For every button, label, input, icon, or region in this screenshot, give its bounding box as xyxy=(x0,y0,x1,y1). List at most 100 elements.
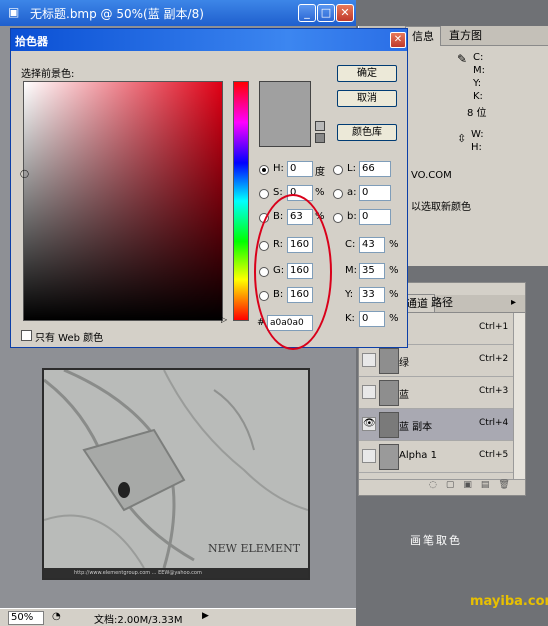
zoom-field[interactable]: 50% xyxy=(8,611,44,625)
m-field[interactable]: 35 xyxy=(359,263,385,279)
label-y: Y: xyxy=(345,289,354,300)
cancel-button[interactable]: 取消 xyxy=(337,90,397,107)
channel-row[interactable]: Alpha 1 Ctrl+5 xyxy=(359,441,513,473)
info-c-label: C: xyxy=(473,52,484,63)
y-field[interactable]: 33 xyxy=(359,287,385,303)
size-icon: ⇳ xyxy=(457,132,467,145)
label-lab-b: b: xyxy=(347,211,357,222)
info-m-label: M: xyxy=(473,65,485,76)
channel-shortcut: Ctrl+4 xyxy=(479,418,509,428)
image-footer-strip: http://www.elementgroup.com ... EEW@yaho… xyxy=(44,568,308,578)
channel-name: 绿 xyxy=(399,358,409,369)
k-field[interactable]: 0 xyxy=(359,311,385,327)
channel-name: Alpha 1 xyxy=(399,450,437,461)
channel-row-selected[interactable]: 👁 蓝 副本 Ctrl+4 xyxy=(359,409,513,441)
status-bar: 50% ◔ 文档:2.00M/3.33M ▶ xyxy=(0,608,356,626)
current-color-swatch xyxy=(259,81,311,147)
visibility-toggle[interactable] xyxy=(362,449,376,463)
status-menu-arrow-icon[interactable]: ▶ xyxy=(202,611,209,621)
status-icon[interactable]: ◔ xyxy=(52,611,61,622)
channel-shortcut: Ctrl+1 xyxy=(479,322,509,332)
label-c: C: xyxy=(345,239,356,250)
radio-lab-b[interactable] xyxy=(333,213,343,223)
unit-degree: 度 xyxy=(315,167,325,178)
ok-button[interactable]: 确定 xyxy=(337,65,397,82)
channel-thumbnail xyxy=(379,412,399,438)
lab-b-field[interactable]: 0 xyxy=(359,209,391,225)
document-title: 无标题.bmp @ 50%(蓝 副本/8) xyxy=(30,7,204,21)
radio-a[interactable] xyxy=(333,189,343,199)
saturation-brightness-field[interactable] xyxy=(23,81,223,321)
document-size-info: 文档:2.00M/3.33M xyxy=(94,615,183,626)
maximize-button[interactable]: □ xyxy=(317,4,335,22)
tab-paths[interactable]: 路径 xyxy=(425,294,459,312)
dialog-titlebar[interactable]: 拾色器 ✕ xyxy=(11,29,407,51)
c-field[interactable]: 43 xyxy=(359,237,385,253)
info-line-1: VO.COM xyxy=(411,170,452,181)
eye-icon[interactable]: 👁 xyxy=(362,417,376,431)
hue-slider-handle-icon[interactable]: ▷ xyxy=(221,315,227,324)
channel-thumbnail xyxy=(379,444,399,470)
unit-percent: % xyxy=(389,313,399,324)
panel-footer-icons[interactable]: ◌▢▣▤🗑 xyxy=(359,479,525,495)
channel-shortcut: Ctrl+3 xyxy=(479,386,509,396)
info-h-label: H: xyxy=(471,142,482,153)
channel-thumbnail xyxy=(379,348,399,374)
label-m: M: xyxy=(345,265,357,276)
channel-shortcut: Ctrl+5 xyxy=(479,450,509,460)
info-line-2: 以选取新颜色 xyxy=(411,202,471,213)
visibility-toggle[interactable] xyxy=(362,385,376,399)
label-h: H: xyxy=(273,163,284,174)
info-bitdepth: 8 位 xyxy=(467,108,487,119)
radio-l[interactable] xyxy=(333,165,343,175)
document-titlebar[interactable]: ▣ 无标题.bmp @ 50%(蓝 副本/8) _ □ ✕ xyxy=(0,0,356,26)
channel-name: 蓝 副本 xyxy=(399,422,433,433)
color-picker-dialog: 拾色器 ✕ 选择前景色: ◯ ▷ 确定 取消 颜色库 H: 0 度 S: 0 %… xyxy=(10,28,408,348)
radio-h[interactable] xyxy=(259,165,269,175)
channel-name: 蓝 xyxy=(399,390,409,401)
dialog-title: 拾色器 xyxy=(15,35,48,48)
site-logo: mayiba.com xyxy=(470,594,548,609)
picker-subtitle: 选择前景色: xyxy=(21,69,75,80)
web-only-label: 只有 Web 颜色 xyxy=(35,333,104,344)
channel-row[interactable]: 蓝 Ctrl+3 xyxy=(359,377,513,409)
caption-text: 画笔取色 xyxy=(410,534,462,547)
l-field[interactable]: 66 xyxy=(359,161,391,177)
unit-percent: % xyxy=(389,239,399,250)
web-only-checkbox[interactable] xyxy=(21,330,32,341)
panel-menu-icon[interactable]: ▸ xyxy=(511,297,516,308)
radio-s[interactable] xyxy=(259,189,269,199)
image-watermark: NEW ELEMENT xyxy=(208,542,301,555)
h-field[interactable]: 0 xyxy=(287,161,313,177)
eyedropper-icon: ✎ xyxy=(457,52,468,66)
field-marker-icon: ◯ xyxy=(20,169,29,178)
info-k-label: K: xyxy=(473,91,483,102)
dialog-close-button[interactable]: ✕ xyxy=(390,32,406,48)
visibility-toggle[interactable] xyxy=(362,353,376,367)
channel-row[interactable]: 绿 Ctrl+2 xyxy=(359,345,513,377)
web-safe-swatch[interactable] xyxy=(315,133,325,143)
unit-percent: % xyxy=(315,187,325,198)
tab-histogram[interactable]: 直方图 xyxy=(443,26,488,46)
close-button[interactable]: ✕ xyxy=(336,4,354,22)
label-a: a: xyxy=(347,187,357,198)
a-field[interactable]: 0 xyxy=(359,185,391,201)
hue-slider[interactable] xyxy=(233,81,249,321)
label-k: K: xyxy=(345,313,355,324)
document-image[interactable]: NEW ELEMENT http://www.elementgroup.com … xyxy=(42,368,310,580)
panel-scrollbar[interactable] xyxy=(513,313,525,479)
info-w-label: W: xyxy=(471,129,484,140)
label-l: L: xyxy=(347,163,356,174)
color-libraries-button[interactable]: 颜色库 xyxy=(337,124,397,141)
minimize-button[interactable]: _ xyxy=(298,4,316,22)
channel-shortcut: Ctrl+2 xyxy=(479,354,509,364)
annotation-circle xyxy=(254,194,332,350)
tab-info[interactable]: 信息 xyxy=(405,26,441,46)
unit-percent: % xyxy=(389,265,399,276)
gamut-warning-icon[interactable] xyxy=(315,121,325,131)
site-logo-text: mayiba.com xyxy=(470,594,548,609)
channel-thumbnail xyxy=(379,380,399,406)
photoshop-doc-icon: ▣ xyxy=(8,5,20,19)
image-illustration xyxy=(44,370,308,568)
info-y-label: Y: xyxy=(473,78,482,89)
